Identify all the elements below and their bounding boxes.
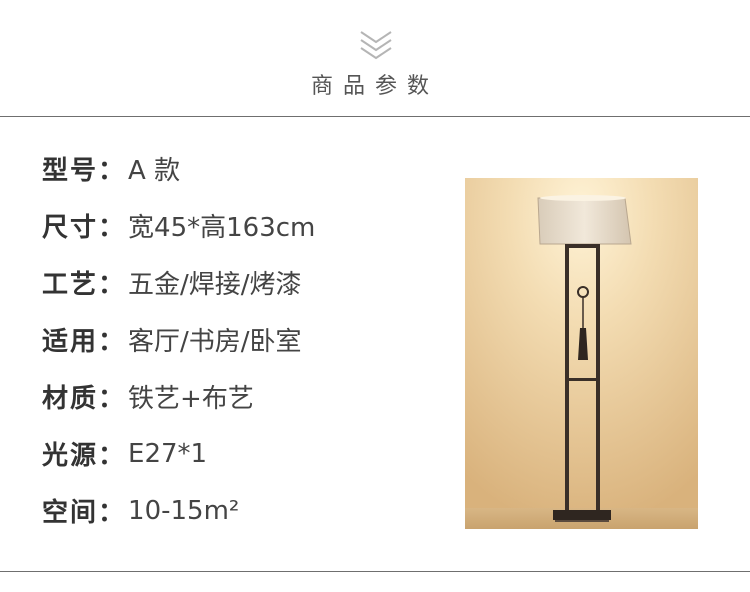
floor-lamp-illustration — [465, 178, 698, 529]
spec-separator: ： — [98, 441, 125, 471]
product-photo — [465, 178, 698, 529]
spec-label: 材质 — [42, 384, 99, 414]
spec-label: 尺寸 — [42, 213, 99, 243]
spec-separator: ： — [98, 384, 125, 414]
spec-value: E27*1 — [128, 438, 208, 469]
spec-separator: ： — [98, 498, 125, 528]
spec-row-craft: 工艺：五金/焊接/烤漆 — [42, 254, 315, 311]
spec-label: 型号 — [42, 156, 99, 186]
spec-row-light-source: 光源： E27*1 — [42, 425, 315, 482]
bottom-divider — [0, 571, 750, 572]
spec-value: A 款 — [128, 156, 181, 186]
spec-label: 工艺 — [42, 270, 99, 300]
spec-label: 适用 — [42, 327, 99, 357]
spec-label: 光源 — [42, 441, 99, 471]
top-divider — [0, 116, 750, 117]
spec-separator: ： — [98, 213, 125, 243]
spec-row-size: 尺寸：宽45*高163cm — [42, 197, 315, 254]
section-title: 商品参数 — [310, 74, 439, 99]
spec-row-material: 材质：铁艺+布艺 — [42, 368, 315, 425]
spec-value: 宽45*高163cm — [128, 213, 316, 243]
spec-list: 型号： A 款 尺寸：宽45*高163cm 工艺：五金/焊接/烤漆 适用：客厅/书… — [42, 140, 315, 539]
spec-row-usage: 适用：客厅/书房/卧室 — [42, 311, 315, 368]
spec-value: 五金/焊接/烤漆 — [128, 270, 302, 300]
spec-label: 空间 — [42, 498, 99, 528]
double-chevron-down-icon — [360, 31, 392, 60]
spec-value: 铁艺+布艺 — [128, 384, 254, 414]
spec-value: 10-15m² — [128, 495, 240, 526]
spec-value: 客厅/书房/卧室 — [128, 327, 302, 357]
spec-row-space: 空间： 10-15m² — [42, 482, 315, 539]
spec-row-model: 型号： A 款 — [42, 140, 315, 197]
spec-separator: ： — [98, 327, 125, 357]
spec-separator: ： — [98, 270, 125, 300]
spec-separator: ： — [98, 156, 125, 186]
